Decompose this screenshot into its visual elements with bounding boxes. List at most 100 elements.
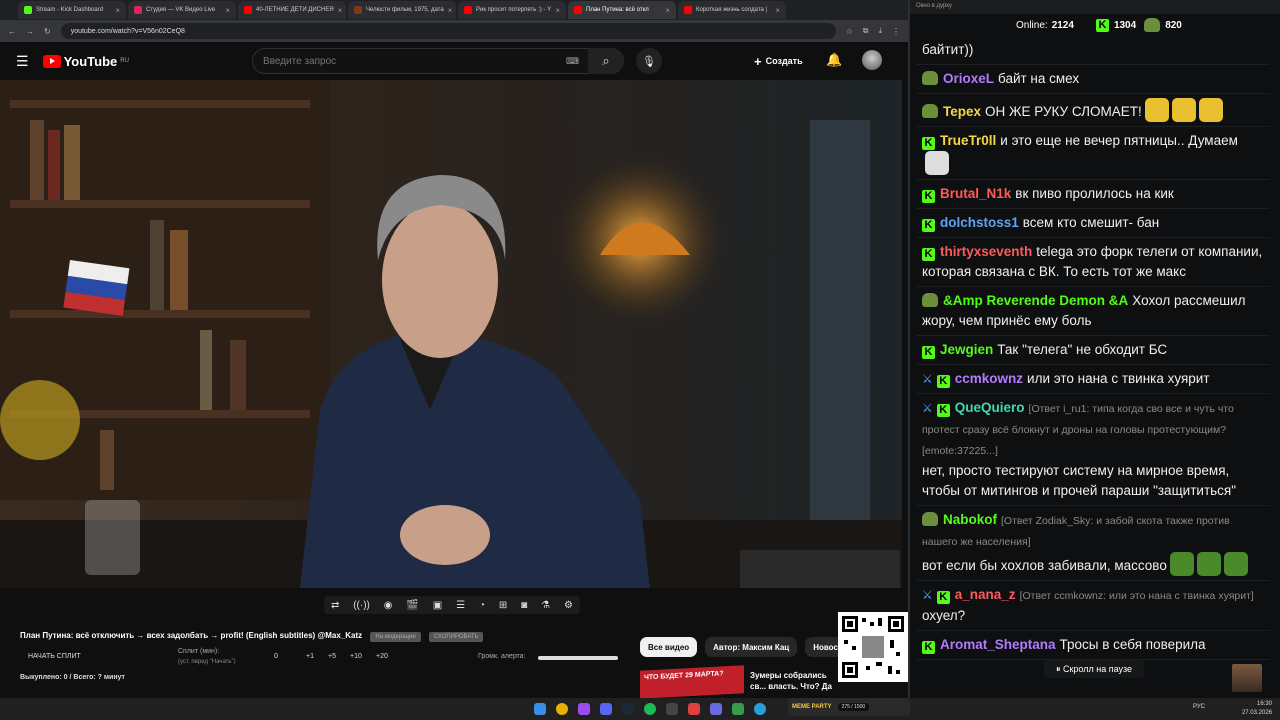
inc-1-button[interactable]: +1	[306, 653, 314, 660]
chat-username[interactable]: a_nana_z	[955, 587, 1016, 602]
meme-party-label: MEME PARTY	[792, 704, 832, 710]
browser-tab[interactable]: Челюсти фильм, 1975, дата ×	[348, 1, 456, 19]
hamburger-icon[interactable]: ☰	[16, 53, 29, 70]
chip-author[interactable]: Автор: Максим Кац	[705, 637, 798, 657]
split-value[interactable]: 0	[274, 653, 278, 660]
url-field[interactable]: youtube.com/watch?v=V56n02CeQ8	[60, 23, 836, 39]
obs-icon[interactable]	[666, 703, 678, 715]
twitch-icon[interactable]	[578, 703, 590, 715]
menu-dots-icon[interactable]: ⋮	[892, 27, 900, 36]
spotify-icon[interactable]	[644, 703, 656, 715]
voice-search-button[interactable]: 🎙	[636, 48, 662, 74]
tab-close-icon[interactable]: ×	[225, 6, 230, 15]
app3-icon[interactable]	[732, 703, 744, 715]
subtitles-icon[interactable]: ☰	[456, 600, 465, 611]
chat-username[interactable]: Tepex	[943, 104, 981, 119]
clapper-icon[interactable]: 🎬	[406, 600, 418, 611]
discord-icon[interactable]	[600, 703, 612, 715]
frog-icon	[1144, 18, 1161, 32]
clock[interactable]: 16:30 27.03.2026	[1242, 700, 1272, 718]
chat-username[interactable]: thirtyxseventh	[940, 244, 1032, 259]
chat-username[interactable]: Brutal_N1k	[940, 186, 1011, 201]
inc-20-button[interactable]: +20	[376, 653, 388, 660]
windows-start-icon[interactable]	[534, 703, 546, 715]
browser-tab[interactable]: Рик просит потерпеть :) - Y ×	[458, 1, 566, 19]
chat-username[interactable]: &Amp Reverende Demon &A	[943, 293, 1128, 308]
chat-username[interactable]: dolchstoss1	[940, 215, 1019, 230]
create-button[interactable]: + Создать	[754, 50, 803, 72]
extensions-icon[interactable]: ⧉	[863, 26, 869, 36]
language-indicator[interactable]: РУС	[1193, 704, 1205, 710]
speed-icon[interactable]: ◔	[479, 600, 485, 611]
steam-icon[interactable]	[622, 703, 634, 715]
chat-username[interactable]: OrioxeL	[943, 71, 994, 86]
flask-icon[interactable]: ⚗	[541, 600, 550, 611]
inc-5-button[interactable]: +5	[328, 653, 336, 660]
broadcast-icon[interactable]: ((·))	[353, 600, 370, 611]
copy-button[interactable]: СКОПИРОВАТЬ	[428, 632, 484, 642]
scroll-paused-button[interactable]: ⏸ Скролл на паузе	[1044, 660, 1144, 678]
reload-icon[interactable]: ↻	[44, 27, 51, 36]
back-icon[interactable]: ←	[8, 27, 16, 36]
browser-tab[interactable]: Stream - Kick Dashboard ×	[18, 1, 126, 19]
kick-badge-icon: K	[922, 641, 935, 654]
gear-icon[interactable]: ⚙	[564, 600, 573, 611]
chat-message: Nabokof [Ответ Zodiak_Sky: и забой скота …	[916, 506, 1270, 581]
chat-text: и это еще не вечер пятницы.. Думаем	[1000, 133, 1238, 148]
star-icon[interactable]: ☆	[846, 27, 853, 36]
telegram-icon[interactable]	[754, 703, 766, 715]
forward-icon[interactable]: →	[26, 27, 34, 36]
video-chips: Все видео Автор: Максим Кац Новост	[640, 637, 850, 657]
chat-username[interactable]: ccmkownz	[955, 371, 1023, 386]
browser-tab[interactable]: Студия — VK Видео Live ×	[128, 1, 236, 19]
chrome-icon[interactable]	[556, 703, 568, 715]
chat-text: Так "телега" не обходит БС	[997, 342, 1168, 357]
tab-close-icon[interactable]: ×	[115, 6, 120, 15]
chat-username[interactable]: Aromat_Sheptana	[940, 637, 1056, 652]
browser-tab[interactable]: Короткая жизнь солдата | ×	[678, 1, 786, 19]
chat-text: охуел?	[922, 608, 966, 623]
emote-icon	[925, 151, 949, 175]
inc-10-button[interactable]: +10	[350, 653, 362, 660]
url-text: youtube.com/watch?v=V56n02CeQ8	[70, 27, 185, 35]
alert-volume-slider[interactable]	[538, 656, 618, 660]
youtube-logo[interactable]: YouTube RU	[42, 54, 129, 69]
frog-badge-icon	[922, 71, 938, 85]
chat-message: ⚔ K QueQuiero [Ответ i_ru1: типа когда сво …	[916, 394, 1270, 506]
tab-close-icon[interactable]: ×	[448, 6, 453, 15]
add-icon[interactable]: ⊞	[499, 600, 507, 611]
search-button[interactable]: ⌕	[588, 48, 624, 74]
pip-icon[interactable]: ▣	[433, 600, 442, 611]
chat-text: вк пиво пролилось на кик	[1015, 186, 1174, 201]
app-icon[interactable]	[688, 703, 700, 715]
tab-close-icon[interactable]: ×	[555, 6, 560, 15]
kick-badge-icon: K	[922, 346, 935, 359]
chat-username[interactable]: QueQuiero	[955, 400, 1025, 415]
chat-username[interactable]: Jewgien	[940, 342, 993, 357]
keyboard-icon[interactable]: ⌨	[566, 56, 579, 67]
tab-close-icon[interactable]: ×	[338, 6, 343, 15]
tab-favicon	[24, 6, 32, 14]
notifications-icon[interactable]: 🔔	[826, 52, 842, 68]
video-frame	[0, 80, 902, 588]
download-icon[interactable]: ⤓	[878, 26, 882, 36]
chip-all-videos[interactable]: Все видео	[640, 637, 698, 657]
suggested-video[interactable]: ЧТО БУДЕТ 29 МАРТА? Зумеры собрались св.…	[640, 665, 838, 699]
avatar[interactable]	[862, 50, 882, 70]
camera-icon[interactable]: ◙	[521, 600, 527, 611]
chat-message: Tepex ОН ЖЕ РУКУ СЛОМАЕТ!	[916, 94, 1270, 127]
chat-username[interactable]: Nabokof	[943, 512, 997, 527]
tab-close-icon[interactable]: ×	[775, 6, 780, 15]
tab-label: 40-ЛЕТНИЕ ДЕТИ ДИСНЕЯ	[256, 7, 334, 13]
start-split-button[interactable]: НАЧАТЬ СПЛИТ	[28, 653, 81, 660]
loop-icon[interactable]: ⇄	[331, 600, 339, 611]
search-input[interactable]	[263, 55, 566, 67]
browser-tab[interactable]: 40-ЛЕТНИЕ ДЕТИ ДИСНЕЯ ×	[238, 1, 346, 19]
browser-tab[interactable]: План Путина: всё откл ×	[568, 1, 676, 19]
video-player[interactable]	[0, 80, 902, 588]
tab-close-icon[interactable]: ×	[665, 6, 670, 15]
chat-username[interactable]: TrueTr0ll	[940, 133, 996, 148]
app2-icon[interactable]	[710, 703, 722, 715]
eye-icon[interactable]: ◉	[384, 600, 393, 611]
kick-badge-icon: K	[936, 375, 950, 388]
